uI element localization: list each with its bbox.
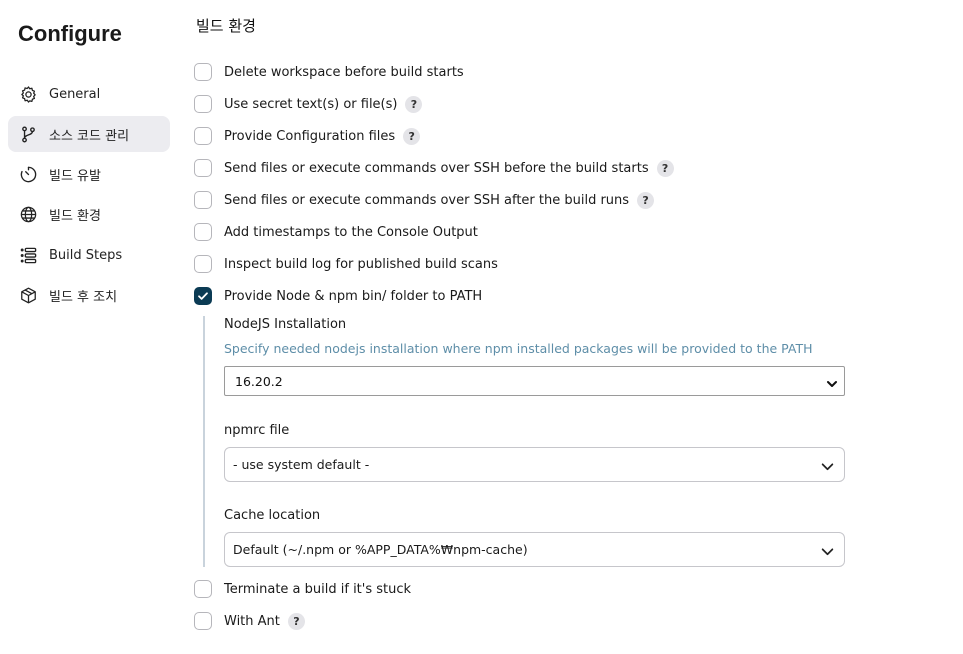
branch-icon xyxy=(18,124,38,144)
globe-icon xyxy=(18,204,38,224)
chevron-down-icon xyxy=(821,543,834,562)
sidebar-item-label: 빌드 유발 xyxy=(49,168,101,184)
nodejs-installation-description: Specify needed nodejs installation where… xyxy=(224,341,813,356)
nodejs-installation-select[interactable]: 16.20.2 xyxy=(224,366,845,396)
checkbox[interactable] xyxy=(194,191,212,209)
nodejs-installation-label: NodeJS Installation xyxy=(224,317,347,332)
sidebar-item-build-steps[interactable]: Build Steps xyxy=(8,237,170,273)
checkbox[interactable] xyxy=(194,159,212,177)
option-delete-workspace[interactable]: Delete workspace before build starts xyxy=(194,61,464,83)
option-label: With Ant xyxy=(224,613,280,629)
chevron-down-icon xyxy=(821,458,834,477)
sidebar-item-label: 빌드 후 조치 xyxy=(49,289,118,305)
package-icon xyxy=(18,285,38,305)
option-label: Provide Node & npm bin/ folder to PATH xyxy=(224,288,483,304)
checkbox[interactable] xyxy=(194,127,212,145)
option-ssh-before[interactable]: Send files or execute commands over SSH … xyxy=(194,157,674,179)
select-value: - use system default - xyxy=(233,457,370,472)
sidebar-item-label: General xyxy=(49,86,101,102)
option-label: Delete workspace before build starts xyxy=(224,64,464,80)
sidebar-item-label: 소스 코드 관리 xyxy=(49,128,130,144)
page-title: Configure xyxy=(18,21,122,46)
select-value: Default (~/.npm or %APP_DATA%₩npm-cache) xyxy=(233,542,528,557)
cache-location-select[interactable]: Default (~/.npm or %APP_DATA%₩npm-cache) xyxy=(224,532,845,567)
chevron-down-icon xyxy=(826,375,838,394)
option-timestamps[interactable]: Add timestamps to the Console Output xyxy=(194,221,478,243)
option-label: Send files or execute commands over SSH … xyxy=(224,192,630,208)
checkbox-checked[interactable] xyxy=(194,287,212,305)
help-icon[interactable]: ? xyxy=(637,191,655,209)
sidebar-item-general[interactable]: General xyxy=(8,76,170,112)
option-label: Terminate a build if it's stuck xyxy=(224,581,412,597)
option-label: Send files or execute commands over SSH … xyxy=(224,160,649,176)
option-build-scans[interactable]: Inspect build log for published build sc… xyxy=(194,253,498,275)
sidebar-item-label: 빌드 환경 xyxy=(49,208,101,224)
help-icon[interactable]: ? xyxy=(405,95,423,113)
sidebar-item-label: Build Steps xyxy=(49,247,123,263)
nested-section-bar xyxy=(203,316,205,567)
option-with-ant[interactable]: With Ant ? xyxy=(194,610,305,632)
help-icon[interactable]: ? xyxy=(287,612,305,630)
option-config-files[interactable]: Provide Configuration files ? xyxy=(194,125,421,147)
help-icon[interactable]: ? xyxy=(403,127,421,145)
gear-icon xyxy=(18,84,38,104)
checkbox[interactable] xyxy=(194,580,212,598)
checkbox[interactable] xyxy=(194,255,212,273)
checkbox[interactable] xyxy=(194,95,212,113)
cache-location-label: Cache location xyxy=(224,508,321,523)
select-value: 16.20.2 xyxy=(235,374,283,389)
sidebar-item-post-build[interactable]: 빌드 후 조치 xyxy=(8,277,170,313)
sidebar-item-build-triggers[interactable]: 빌드 유발 xyxy=(8,156,170,192)
option-ssh-after[interactable]: Send files or execute commands over SSH … xyxy=(194,189,655,211)
sidebar-item-source-code[interactable]: 소스 코드 관리 xyxy=(8,116,170,152)
sidebar: Configure General 소스 코드 관리 빌드 유발 빌드 환경 B… xyxy=(0,0,180,654)
option-label: Use secret text(s) or file(s) xyxy=(224,96,398,112)
list-icon xyxy=(18,245,38,265)
checkbox[interactable] xyxy=(194,612,212,630)
option-provide-node[interactable]: Provide Node & npm bin/ folder to PATH xyxy=(194,285,482,307)
option-terminate-stuck[interactable]: Terminate a build if it's stuck xyxy=(194,578,411,600)
option-label: Provide Configuration files xyxy=(224,128,396,144)
npmrc-file-label: npmrc file xyxy=(224,423,290,438)
checkmark-icon xyxy=(198,292,208,300)
option-label: Inspect build log for published build sc… xyxy=(224,256,498,272)
timer-icon xyxy=(18,164,38,184)
section-title: 빌드 환경 xyxy=(196,17,256,35)
option-secret-text[interactable]: Use secret text(s) or file(s) ? xyxy=(194,93,423,115)
help-icon[interactable]: ? xyxy=(656,159,674,177)
option-label: Add timestamps to the Console Output xyxy=(224,224,478,240)
checkbox[interactable] xyxy=(194,223,212,241)
checkbox[interactable] xyxy=(194,63,212,81)
sidebar-item-build-environment[interactable]: 빌드 환경 xyxy=(8,196,170,232)
npmrc-file-select[interactable]: - use system default - xyxy=(224,447,845,482)
